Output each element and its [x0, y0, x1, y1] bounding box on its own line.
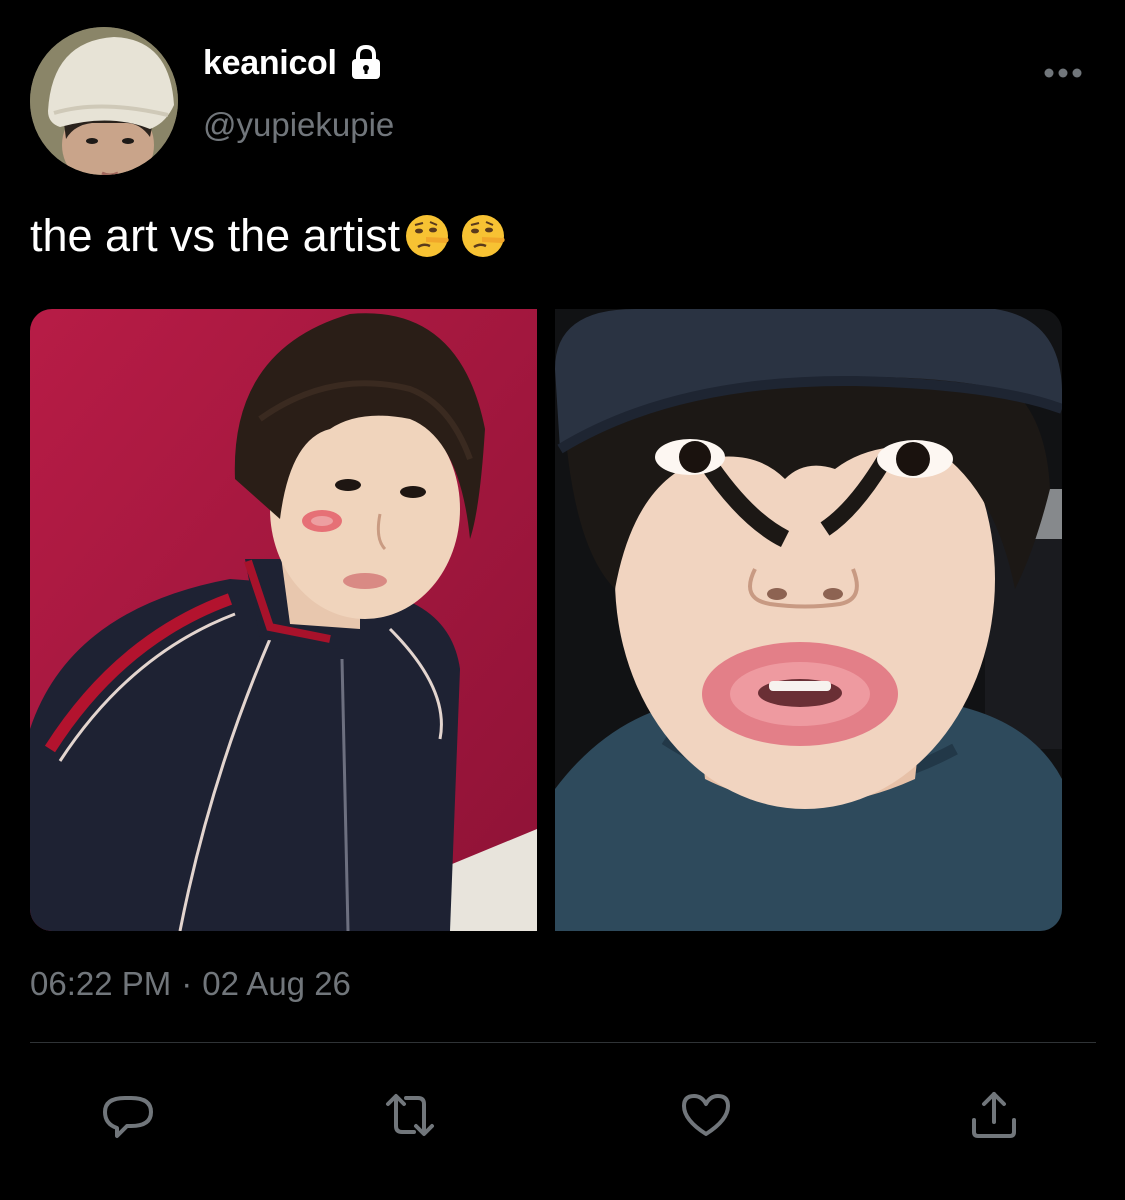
- retweet-button[interactable]: [382, 1088, 438, 1142]
- lock-icon: [347, 44, 385, 82]
- user-handle[interactable]: @yupiekupie: [203, 106, 394, 144]
- tweet-media: [30, 309, 1062, 931]
- tweet-date: 02 Aug 26: [202, 965, 351, 1002]
- reply-icon: [103, 1096, 153, 1138]
- tweet-timestamp[interactable]: 06:22 PM · 02 Aug 26: [30, 965, 351, 1003]
- media-photo-left[interactable]: [30, 309, 537, 931]
- media-photo-right[interactable]: [555, 309, 1062, 931]
- selfie-photo-right: [555, 309, 1062, 931]
- share-icon: [972, 1092, 1016, 1138]
- tweet-text: the art vs the artist: [30, 210, 506, 262]
- more-options-button[interactable]: [1038, 58, 1088, 88]
- tweet-body: the art vs the artist: [30, 210, 401, 261]
- like-button[interactable]: [678, 1088, 734, 1142]
- tweet-actions: [0, 1088, 1125, 1142]
- avatar[interactable]: [30, 27, 178, 175]
- lying-face-emoji-icon: [404, 213, 450, 259]
- reply-button[interactable]: [100, 1088, 156, 1142]
- heart-icon: [682, 1094, 730, 1136]
- retweet-icon: [386, 1094, 434, 1136]
- timestamp-separator: ·: [181, 965, 193, 1002]
- tweet-detail: keanicol @yupiekupie the art vs the arti…: [0, 0, 1125, 1200]
- tweet-time: 06:22 PM: [30, 965, 172, 1002]
- avatar-image: [30, 27, 178, 175]
- display-name[interactable]: keanicol: [203, 44, 337, 83]
- more-icon: [1044, 68, 1082, 78]
- divider: [30, 1042, 1096, 1043]
- lying-face-emoji-icon: [460, 213, 506, 259]
- display-name-row: keanicol: [203, 40, 385, 86]
- selfie-photo-left: [30, 309, 537, 931]
- share-button[interactable]: [966, 1088, 1022, 1142]
